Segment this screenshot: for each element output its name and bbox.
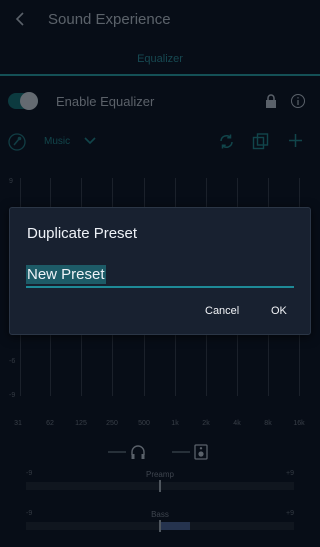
dialog-title: Duplicate Preset xyxy=(27,225,138,242)
duplicate-preset-dialog: Duplicate Preset New Preset Cancel OK xyxy=(9,207,311,335)
cancel-button[interactable]: Cancel xyxy=(205,305,239,317)
preset-name-value[interactable]: New Preset xyxy=(26,265,106,284)
ok-button[interactable]: OK xyxy=(271,305,287,317)
